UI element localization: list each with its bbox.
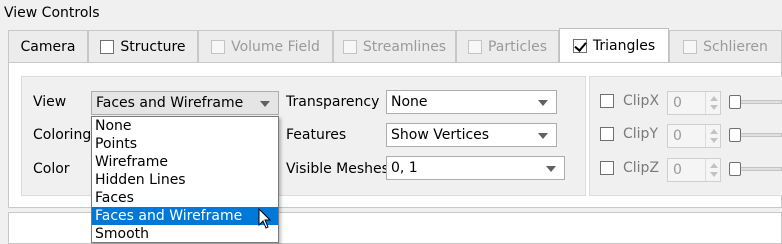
chevron-down-icon <box>260 101 270 107</box>
color-label: Color <box>33 161 70 177</box>
transparency-select-value: None <box>391 94 428 110</box>
volume-field-checkbox[interactable] <box>211 39 226 54</box>
tab-volume-field[interactable]: Volume Field <box>198 30 333 62</box>
tab-label: Structure <box>120 38 186 55</box>
streamlines-checkbox[interactable] <box>342 39 357 54</box>
clipz-label: ClipZ <box>623 160 660 176</box>
tab-structure[interactable]: Structure <box>88 30 198 62</box>
chevron-down-icon <box>538 100 548 106</box>
spin-up-icon[interactable] <box>710 163 718 168</box>
tab-label: Triangles <box>592 38 656 54</box>
view-label: View <box>33 94 67 110</box>
tab-label: Particles <box>487 38 548 55</box>
triangles-checkbox[interactable] <box>572 39 587 53</box>
transparency-label: Transparency <box>286 94 380 110</box>
tab-camera[interactable]: Camera <box>8 30 88 62</box>
clipy-checkbox[interactable] <box>600 127 614 141</box>
view-dropdown-list: None Points Wireframe Hidden Lines Faces… <box>91 116 279 243</box>
tab-triangles[interactable]: Triangles <box>559 28 669 63</box>
spin-down-icon[interactable] <box>710 105 718 110</box>
view-select-value: Faces and Wireframe <box>96 95 244 111</box>
dropdown-option[interactable]: Hidden Lines <box>92 171 278 189</box>
tab-label: Volume Field <box>231 38 320 55</box>
dropdown-option-highlighted[interactable]: Faces and Wireframe <box>92 207 278 225</box>
clipx-slider-track[interactable] <box>735 100 782 104</box>
chevron-down-icon <box>546 166 556 172</box>
clipy-spinbox[interactable]: 0 <box>667 124 721 148</box>
clipz-checkbox[interactable] <box>600 161 614 175</box>
spin-up-icon[interactable] <box>710 129 718 134</box>
tab-particles[interactable]: Particles <box>456 30 559 62</box>
clipx-spinbox[interactable]: 0 <box>667 91 721 115</box>
clipx-value: 0 <box>673 95 682 111</box>
clipy-value: 0 <box>673 128 682 144</box>
clipx-checkbox[interactable] <box>600 94 614 108</box>
clipz-value: 0 <box>673 162 682 178</box>
dropdown-option[interactable]: Wireframe <box>92 153 278 171</box>
spin-down-icon[interactable] <box>710 138 718 143</box>
mouse-cursor-icon <box>258 208 272 229</box>
features-select-value: Show Vertices <box>391 127 490 143</box>
clipx-label: ClipX <box>623 93 660 109</box>
tab-bar: Camera Structure Volume Field Streamline… <box>8 28 782 63</box>
visible-meshes-select[interactable]: 0, 1 <box>386 156 565 180</box>
dropdown-option[interactable]: Faces <box>92 189 278 207</box>
spin-down-icon[interactable] <box>710 172 718 177</box>
clipx-slider-handle[interactable] <box>729 95 741 109</box>
view-select[interactable]: Faces and Wireframe <box>91 91 279 115</box>
dropdown-option[interactable]: Smooth <box>92 225 278 243</box>
schlieren-checkbox[interactable] <box>683 39 698 54</box>
tab-streamlines[interactable]: Streamlines <box>333 30 456 62</box>
clipz-spinbox[interactable]: 0 <box>667 158 721 182</box>
dropdown-option[interactable]: Points <box>92 135 278 153</box>
clipy-label: ClipY <box>623 126 658 142</box>
features-label: Features <box>286 127 347 143</box>
window-title: View Controls <box>4 5 100 21</box>
clipy-slider-handle[interactable] <box>729 128 741 142</box>
features-select[interactable]: Show Vertices <box>386 123 557 147</box>
clipz-slider-track[interactable] <box>735 167 782 171</box>
tab-label: Camera <box>20 38 76 55</box>
clipy-slider-track[interactable] <box>735 133 782 137</box>
tab-schlieren[interactable]: Schlieren <box>669 30 782 62</box>
tab-label: Streamlines <box>362 38 447 55</box>
clipz-slider-handle[interactable] <box>729 162 741 176</box>
transparency-select[interactable]: None <box>386 90 557 114</box>
visible-meshes-label: Visible Meshes <box>286 161 389 177</box>
chevron-down-icon <box>538 133 548 139</box>
visible-meshes-select-value: 0, 1 <box>391 160 418 176</box>
dropdown-option[interactable]: None <box>92 117 278 135</box>
coloring-label: Coloring <box>33 127 92 143</box>
spin-up-icon[interactable] <box>710 96 718 101</box>
structure-checkbox[interactable] <box>100 39 115 54</box>
tab-label: Schlieren <box>703 38 768 55</box>
particles-checkbox[interactable] <box>467 39 482 54</box>
